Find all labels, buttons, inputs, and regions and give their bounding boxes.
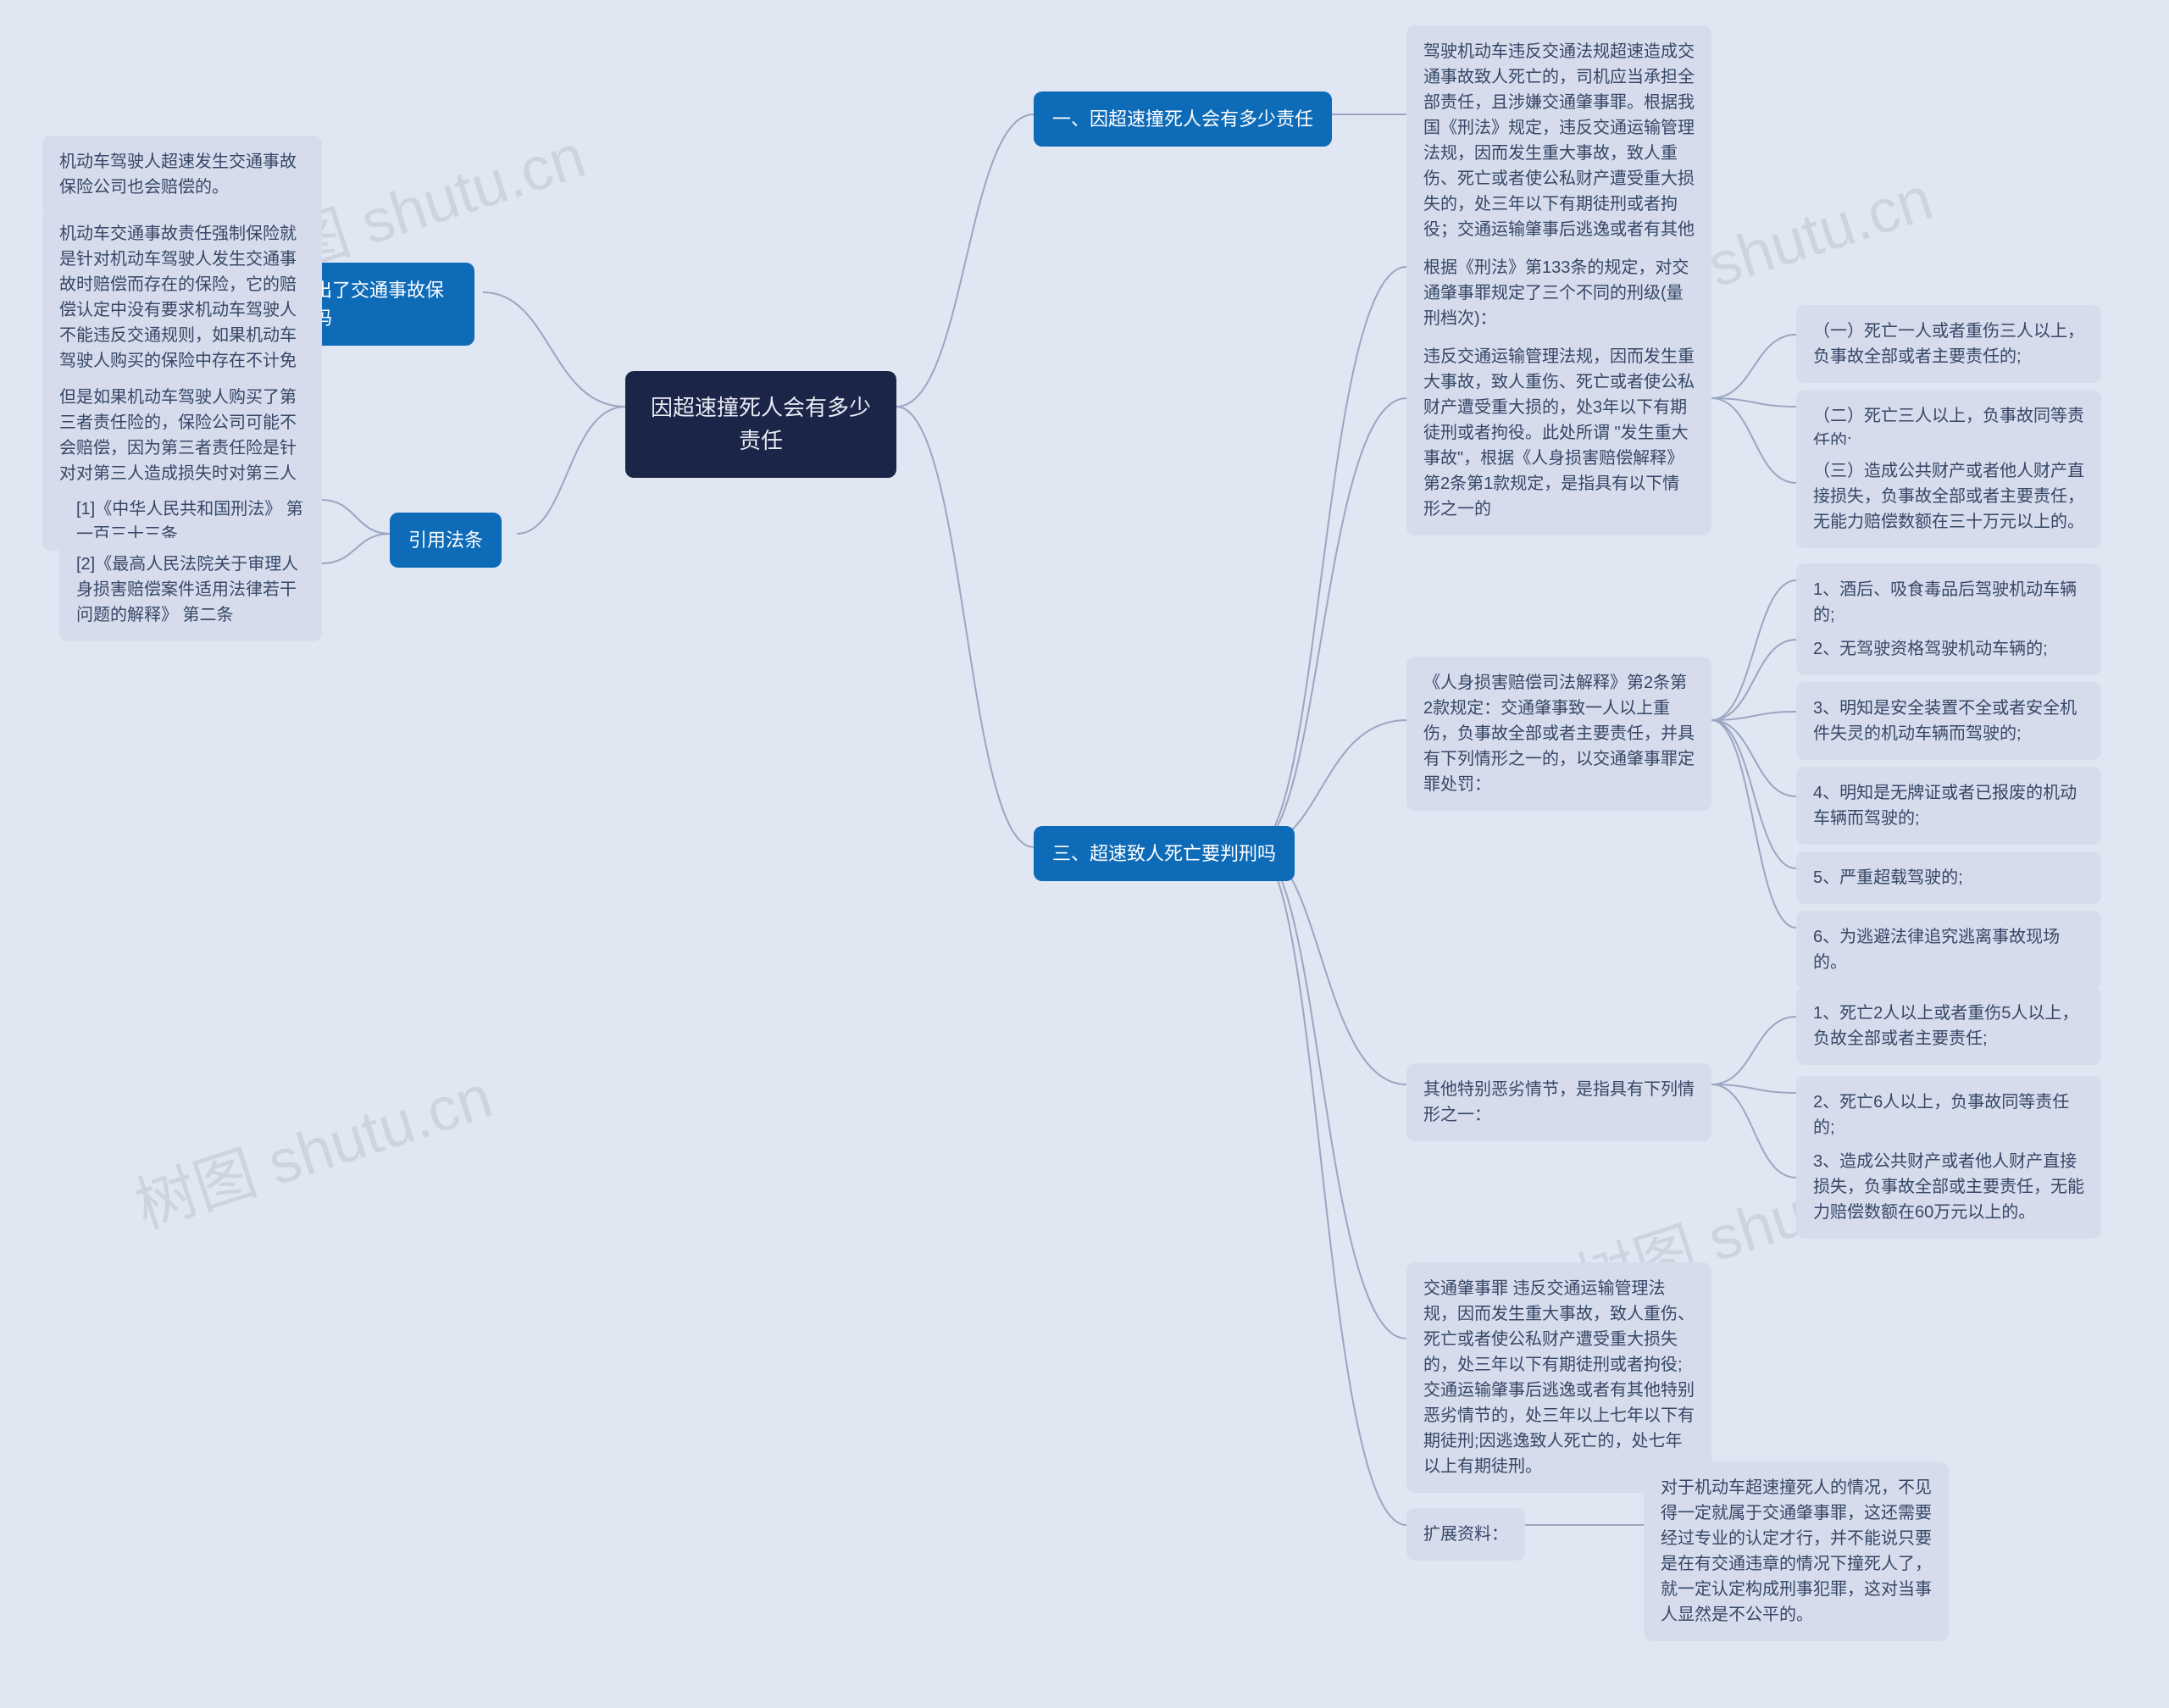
branch-3-s3-item-0: 1、死亡2人以上或者重伤5人以上，负故全部或者主要责任; bbox=[1796, 987, 2101, 1065]
watermark: 树图 shutu.cn bbox=[122, 1046, 501, 1245]
branch-3-s2-item-3: 4、明知是无牌证或者已报废的机动车辆而驾驶的; bbox=[1796, 767, 2101, 845]
branch-4-item-1: [2]《最高人民法院关于审理人身损害赔偿案件适用法律若干问题的解释》 第二条 bbox=[59, 538, 322, 641]
branch-3-s1-body: 违反交通运输管理法规，因而发生重大事故，致人重伤、死亡或者使公私财产遭受重大损的… bbox=[1406, 330, 1711, 535]
branch-3-s1-item-2: （三）造成公共财产或者他人财产直接损失，负事故全部或者主要责任，无能力赔偿数额在… bbox=[1796, 445, 2101, 548]
branch-3-s1-item-0: （一）死亡一人或者重伤三人以上，负事故全部或者主要责任的; bbox=[1796, 305, 2101, 383]
branch-3-s2-item-1: 2、无驾驶资格驾驶机动车辆的; bbox=[1796, 623, 2101, 675]
branch-1-title: 一、因超速撞死人会有多少责任 bbox=[1034, 92, 1332, 147]
branch-3-s1-intro: 根据《刑法》第133条的规定，对交通肇事罪规定了三个不同的刑级(量刑档次)： bbox=[1406, 241, 1711, 345]
branch-3-s2-item-4: 5、严重超载驾驶的; bbox=[1796, 851, 2101, 904]
branch-3-s2-item-2: 3、明知是安全装置不全或者安全机件失灵的机动车辆而驾驶的; bbox=[1796, 682, 2101, 760]
branch-4-title: 引用法条 bbox=[390, 513, 502, 568]
branch-3-title: 三、超速致人死亡要判刑吗 bbox=[1034, 826, 1295, 881]
branch-3-s5-label: 扩展资料： bbox=[1406, 1508, 1525, 1561]
branch-3-s4: 交通肇事罪 违反交通运输管理法规，因而发生重大事故，致人重伤、死亡或者使公私财产… bbox=[1406, 1262, 1711, 1493]
branch-2-item-0: 机动车驾驶人超速发生交通事故保险公司也会赔偿的。 bbox=[42, 136, 322, 214]
branch-3-s3-item-2: 3、造成公共财产或者他人财产直接损失，负事故全部或主要责任，无能力赔偿数额在60… bbox=[1796, 1135, 2101, 1239]
branch-3-s2-intro: 《人身损害赔偿司法解释》第2条第2款规定：交通肇事致一人以上重伤，负事故全部或者… bbox=[1406, 657, 1711, 811]
branch-3-s5-body: 对于机动车超速撞死人的情况，不见得一定就属于交通肇事罪，这还需要经过专业的认定才… bbox=[1644, 1461, 1949, 1641]
branch-3-s2-item-5: 6、为逃避法律追究逃离事故现场的。 bbox=[1796, 911, 2101, 989]
branch-3-s3-intro: 其他特别恶劣情节，是指具有下列情形之一： bbox=[1406, 1063, 1711, 1141]
root-node: 因超速撞死人会有多少责任 bbox=[625, 371, 896, 478]
